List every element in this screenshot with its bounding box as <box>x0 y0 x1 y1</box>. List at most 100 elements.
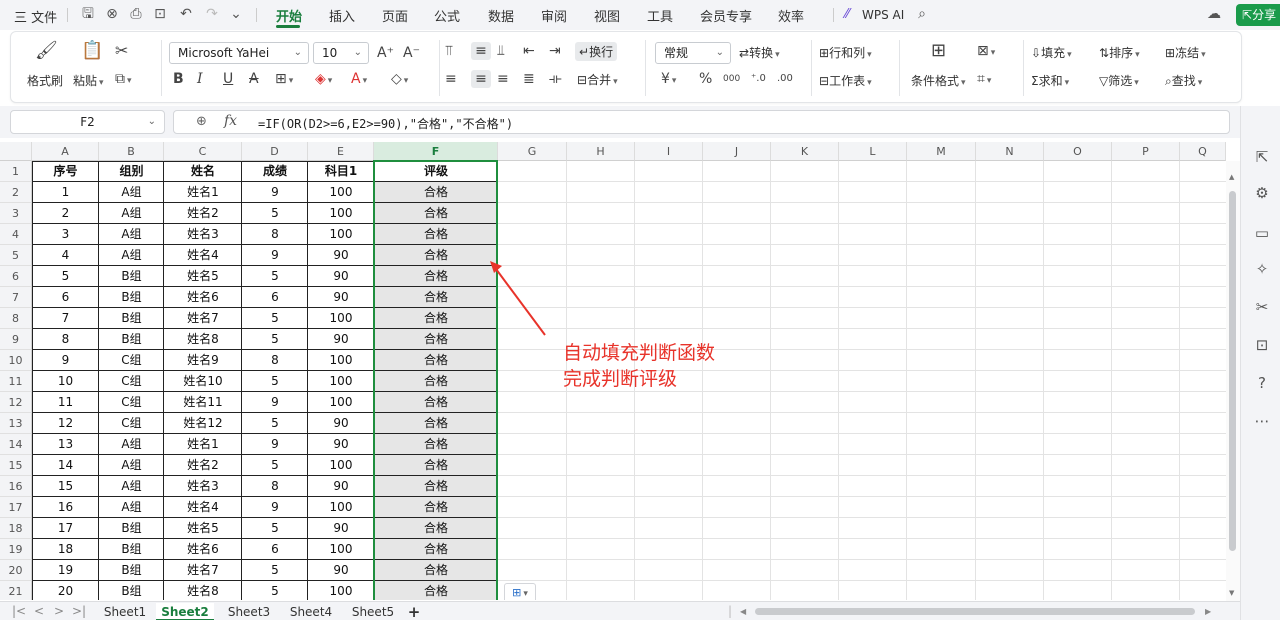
save-icon[interactable]: 🖫 <box>80 6 96 22</box>
cell-style-icon[interactable]: ⊠ ▾ <box>977 42 995 62</box>
tab-1[interactable]: 插入 <box>329 6 355 25</box>
tab-3[interactable]: 公式 <box>434 6 460 25</box>
sheet-tab-4[interactable]: Sheet4 <box>282 603 340 620</box>
align-bottom-icon[interactable]: ⫫ <box>497 42 505 60</box>
align-right-icon[interactable]: ≡ <box>497 70 509 88</box>
print-preview-icon[interactable]: ⊡ <box>152 6 168 22</box>
sheet-tab-5[interactable]: Sheet5 <box>344 603 402 620</box>
cut-icon[interactable]: ✂ <box>115 42 128 60</box>
redo-icon[interactable]: ↷ <box>204 6 220 22</box>
tab-7[interactable]: 工具 <box>647 6 673 25</box>
tab-9[interactable]: 效率 <box>778 6 804 25</box>
autofill-options-button[interactable]: ⊞ ▾ <box>504 583 536 600</box>
fx-icon[interactable]: fx <box>224 113 237 129</box>
rows-cols-button[interactable]: ⊞行和列 ▾ <box>819 44 872 61</box>
table-style-icon[interactable]: ⌗ ▾ <box>977 70 991 90</box>
properties-icon[interactable]: ⚙ <box>1253 184 1271 202</box>
file-menu[interactable]: 三 文件 <box>14 7 57 26</box>
vertical-scrollbar[interactable]: ▲ ▼ <box>1226 161 1240 601</box>
tab-4[interactable]: 数据 <box>488 6 514 25</box>
distributed-icon[interactable]: ⟛ <box>549 70 562 88</box>
strikethrough-button[interactable]: A <box>249 70 259 88</box>
align-middle-icon[interactable]: ≡ <box>471 42 491 60</box>
italic-button[interactable]: I <box>197 70 203 88</box>
convert-button[interactable]: ⇄转换 ▾ <box>739 44 780 61</box>
tab-8[interactable]: 会员专享 <box>700 6 752 25</box>
merge-button[interactable]: ⊟合并 ▾ <box>577 71 618 88</box>
comment-icon[interactable]: ▭ <box>1253 224 1271 242</box>
paste-button[interactable]: 粘贴 ▾ <box>73 72 104 89</box>
tab-2[interactable]: 页面 <box>382 6 408 25</box>
backup-icon[interactable]: ⊡ <box>1253 336 1271 354</box>
increase-font-icon[interactable]: A⁺ <box>377 44 394 62</box>
percent-button[interactable]: % <box>699 70 712 88</box>
copy-icon[interactable]: ⧉ ▾ <box>115 70 132 90</box>
share-button[interactable]: ⇱分享 <box>1236 4 1280 26</box>
conditional-format-icon[interactable]: ⊞ <box>931 42 946 60</box>
font-size-select[interactable]: 10 ⌄ <box>313 42 369 64</box>
help-icon[interactable]: ? <box>1253 374 1271 392</box>
underline-button[interactable]: U <box>223 70 233 88</box>
conditional-format-button[interactable]: 条件格式 ▾ <box>911 72 966 89</box>
fill-button[interactable]: ⇩填充 ▾ <box>1031 44 1072 61</box>
worksheet-button[interactable]: ⊟工作表 ▾ <box>819 72 872 89</box>
align-left-icon[interactable]: ≡ <box>445 70 457 88</box>
tab-5[interactable]: 审阅 <box>541 6 567 25</box>
formula-input-area[interactable]: ⊕ fx =IF(OR(D2>=6,E2>=90),"合格","不合格") <box>173 110 1230 134</box>
justify-icon[interactable]: ≣ <box>523 70 535 88</box>
sort-button[interactable]: ⇅排序 ▾ <box>1099 44 1140 61</box>
last-sheet-icon[interactable]: >| <box>72 604 86 618</box>
scroll-up-icon[interactable]: ▲ <box>1229 173 1234 181</box>
wrap-text-button[interactable]: ↵换行 <box>575 42 618 61</box>
font-color-icon[interactable]: A ▾ <box>351 70 367 90</box>
print-icon[interactable]: ⎙ <box>128 6 144 22</box>
cloud-sync-icon[interactable]: ☁ <box>1206 6 1222 22</box>
clear-format-icon[interactable]: ◇ ▾ <box>391 70 408 90</box>
select-pointer-icon[interactable]: ⇱ <box>1253 148 1271 166</box>
wps-ai-button[interactable]: WPS AI <box>862 8 904 22</box>
add-sheet-button[interactable]: + <box>402 603 426 620</box>
tools-icon[interactable]: ✂ <box>1253 298 1271 316</box>
format-painter-button[interactable]: 格式刷 <box>27 72 63 89</box>
first-sheet-icon[interactable]: |< <box>12 604 26 618</box>
freeze-button[interactable]: ⊞冻结 ▾ <box>1165 44 1206 61</box>
ai-assist-icon[interactable]: ✧ <box>1253 260 1271 278</box>
bold-button[interactable]: B <box>173 70 184 88</box>
name-box[interactable]: F2 ⌄ <box>10 110 165 134</box>
horizontal-scroll-thumb[interactable] <box>755 608 1195 615</box>
filter-button[interactable]: ▽筛选 ▾ <box>1099 72 1139 89</box>
fill-color-icon[interactable]: ◈ ▾ <box>315 70 332 90</box>
thousands-separator-button[interactable]: 000 <box>723 70 740 88</box>
more-icon[interactable]: ⋯ <box>1253 412 1271 430</box>
find-button[interactable]: ⌕查找 ▾ <box>1165 72 1202 89</box>
zoom-icon[interactable]: ⊕ <box>196 114 207 129</box>
increase-decimal-icon[interactable]: ⁺.0 <box>751 70 766 88</box>
align-center-icon[interactable]: ≡ <box>471 70 491 88</box>
wps-ai-icon[interactable]: ⁄⁄ <box>845 7 849 22</box>
sheet-tab-1[interactable]: Sheet1 <box>96 603 154 620</box>
format-painter-icon[interactable]: 🖌 <box>35 42 58 60</box>
decrease-indent-icon[interactable]: ⇤ <box>523 42 535 60</box>
number-format-select[interactable]: 常规 ⌄ <box>655 42 731 64</box>
sum-button[interactable]: Σ求和 ▾ <box>1031 72 1069 89</box>
next-sheet-icon[interactable]: > <box>54 604 64 618</box>
scroll-left-icon[interactable]: ◀ <box>740 607 746 616</box>
spreadsheet-grid[interactable]: ABCDEFGHIJKLMNOPQ 1 2 3 4 5 6 7 8 9 10 11 12 13 14 15 1… <box>0 142 1226 600</box>
sheet-tab-3[interactable]: Sheet3 <box>220 603 278 620</box>
prev-sheet-icon[interactable]: < <box>34 604 44 618</box>
tab-6[interactable]: 视图 <box>594 6 620 25</box>
font-family-select[interactable]: Microsoft YaHei ⌄ <box>169 42 309 64</box>
decrease-font-icon[interactable]: A⁻ <box>403 44 420 62</box>
decrease-decimal-icon[interactable]: .00 <box>777 70 793 88</box>
quick-access-dropdown-icon[interactable]: ⌄ <box>228 6 244 22</box>
align-top-icon[interactable]: ⫪ <box>445 42 453 60</box>
scroll-down-icon[interactable]: ▼ <box>1229 589 1234 597</box>
increase-indent-icon[interactable]: ⇥ <box>549 42 561 60</box>
sheet-tab-2[interactable]: Sheet2 <box>156 603 214 620</box>
currency-button[interactable]: ¥ ▾ <box>661 70 676 90</box>
formula-input[interactable]: =IF(OR(D2>=6,E2>=90),"合格","不合格") <box>258 115 513 132</box>
search-icon[interactable]: ⌕ <box>914 6 930 22</box>
scroll-right-icon[interactable]: ▶ <box>1205 607 1211 616</box>
vertical-scroll-thumb[interactable] <box>1229 191 1236 551</box>
share-link-icon[interactable]: ⊗ <box>104 6 120 22</box>
